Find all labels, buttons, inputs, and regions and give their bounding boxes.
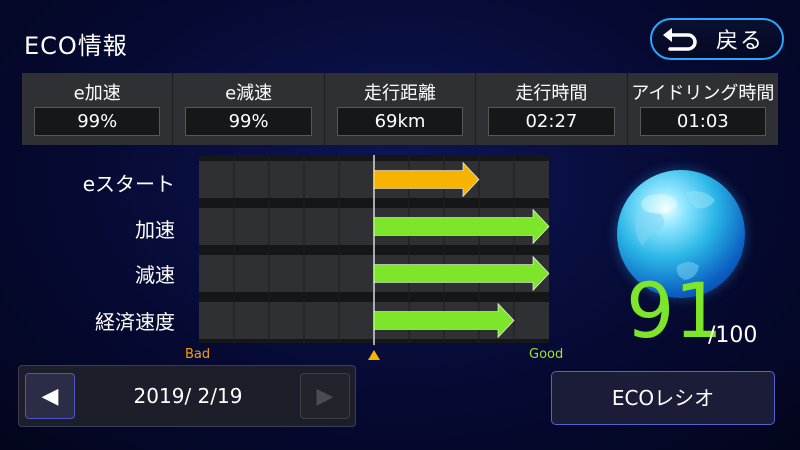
eco-ratio-button[interactable]: ECOレシオ [551, 371, 775, 425]
scale-label-bad: Bad [185, 347, 210, 362]
current-date: 2019/ 2/19 [133, 384, 243, 408]
prev-date-button[interactable]: ◀ [25, 373, 75, 419]
triangle-left-icon: ◀ [41, 383, 59, 409]
scale-label-good: Good [529, 347, 563, 362]
center-marker-icon [368, 350, 380, 360]
eco-score-max: /100 [708, 323, 758, 348]
date-navigator: ◀ 2019/ 2/19 ▶ [18, 365, 356, 427]
triangle-right-icon: ▶ [316, 383, 334, 409]
next-date-button[interactable]: ▶ [300, 373, 350, 419]
